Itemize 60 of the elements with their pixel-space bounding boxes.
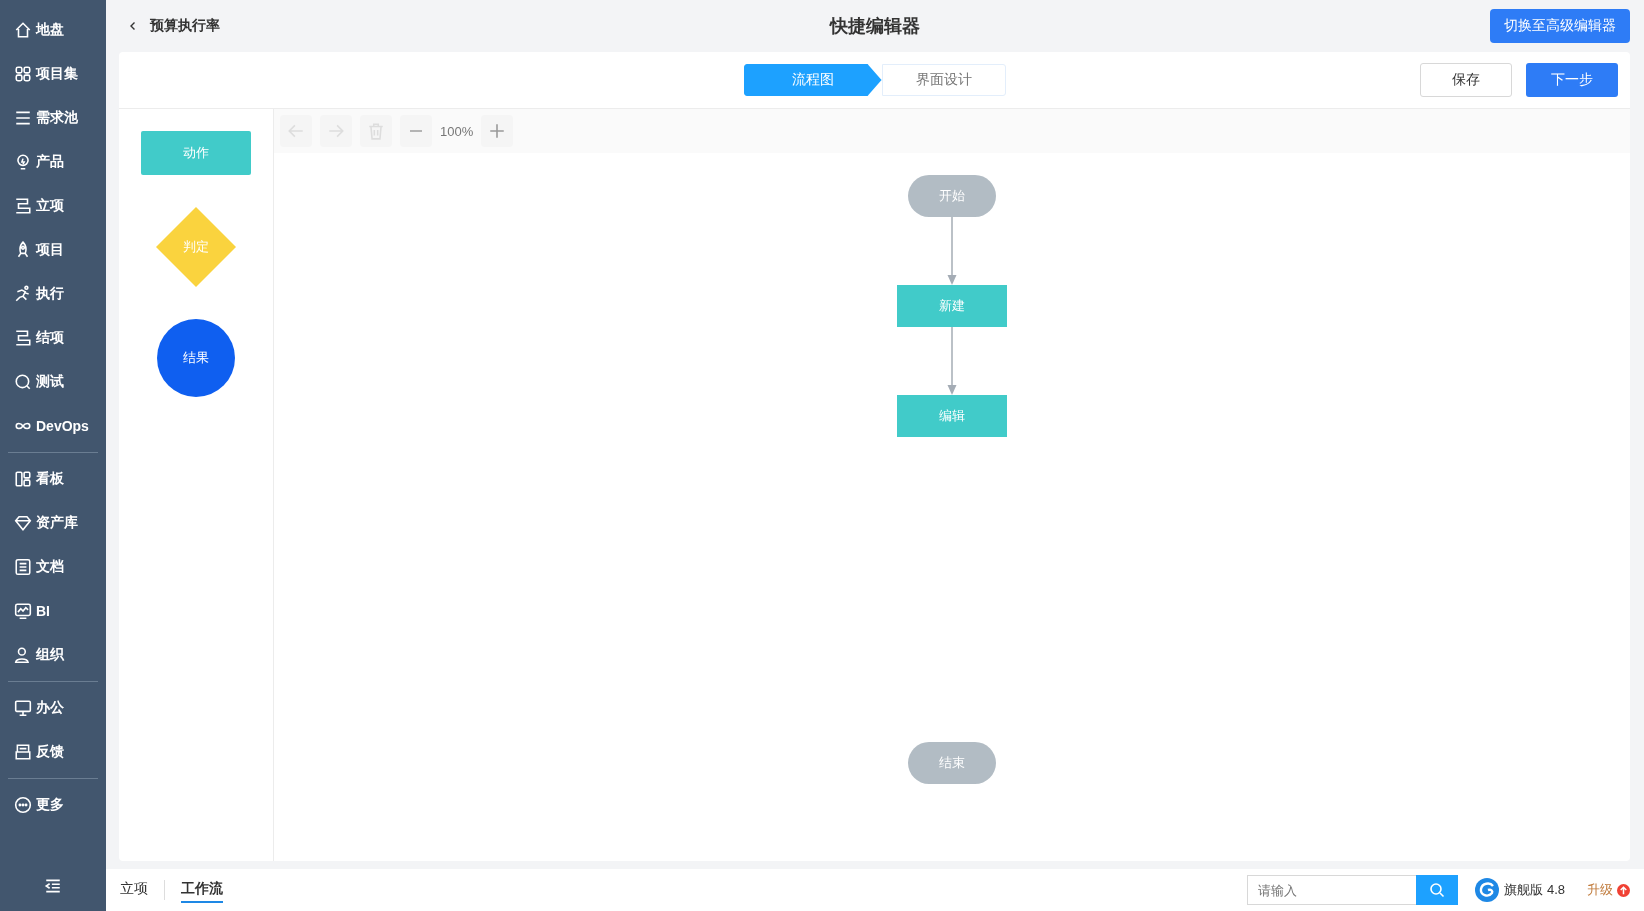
trash-icon: [367, 122, 385, 140]
zoom-out-button[interactable]: [400, 115, 432, 147]
swirl-logo-icon: [1474, 877, 1501, 903]
home-icon: [14, 21, 32, 39]
grid-icon: [14, 65, 32, 83]
zoom-level: 100%: [440, 123, 474, 139]
edition-label: 旗舰版 4.8: [1504, 881, 1565, 899]
page-title: 快捷编辑器: [830, 15, 920, 38]
inbox-icon: [14, 743, 32, 761]
sidebar-item[interactable]: 反馈: [8, 730, 98, 774]
sidebar-item[interactable]: 产品: [8, 140, 98, 184]
board-icon: [14, 470, 32, 488]
sidebar-item[interactable]: 组织: [8, 633, 98, 677]
search-icon: [1429, 882, 1446, 898]
up-arrow-icon: [1617, 883, 1630, 897]
arrow-right-icon: [327, 122, 345, 140]
sidebar-item[interactable]: 文档: [8, 545, 98, 589]
sidebar-item[interactable]: 看板: [8, 457, 98, 501]
next-step-button[interactable]: 下一步: [1526, 63, 1618, 97]
sidebar-item[interactable]: 项目: [8, 228, 98, 272]
monitor-icon: [14, 602, 32, 620]
arrow-left-icon: [287, 122, 305, 140]
diamond-icon: [14, 514, 32, 532]
sidebar-item[interactable]: 需求池: [8, 96, 98, 140]
sidebar-item[interactable]: BI: [8, 589, 98, 633]
save-button[interactable]: 保存: [1420, 63, 1512, 97]
footer-tab[interactable]: 工作流: [181, 877, 223, 903]
person-icon: [14, 646, 32, 664]
step-tab[interactable]: 界面设计: [881, 64, 1006, 96]
search-field[interactable]: 请输入: [1247, 875, 1417, 905]
bulb-icon: [14, 153, 32, 171]
result-circle[interactable]: 结果: [157, 319, 235, 397]
stack-icon: [14, 197, 32, 215]
document-icon: [14, 558, 32, 576]
stack-icon: [14, 329, 32, 347]
screen-icon: [14, 699, 32, 717]
upgrade-link[interactable]: 升级: [1587, 881, 1630, 899]
list-icon: [14, 109, 32, 127]
sidebar-item[interactable]: 项目集: [8, 52, 98, 96]
search-icon: [14, 373, 32, 391]
chevron-left-icon: [128, 21, 138, 31]
sidebar-item[interactable]: 资产库: [8, 501, 98, 545]
minus-icon: [407, 130, 425, 132]
zoom-in-button[interactable]: [481, 115, 514, 147]
plus-icon: [488, 122, 507, 140]
sidebar-item[interactable]: 地盘: [8, 8, 98, 52]
more-icon: [14, 796, 32, 814]
sidebar-item[interactable]: 执行: [8, 272, 98, 316]
footer-tab[interactable]: 立项: [120, 877, 148, 903]
runner-icon: [14, 285, 32, 303]
sidebar-item[interactable]: 测试: [8, 360, 98, 404]
search-button[interactable]: [1416, 875, 1459, 905]
back-link[interactable]: 预算执行率: [128, 17, 220, 35]
sidebar-item[interactable]: 更多: [8, 783, 98, 827]
sidebar-item[interactable]: 办公: [8, 686, 98, 730]
collapse-menu-icon[interactable]: [44, 877, 62, 895]
sidebar-item[interactable]: 结项: [8, 316, 98, 360]
sidebar-item[interactable]: DevOps: [8, 404, 98, 448]
sidebar-item[interactable]: 立项: [8, 184, 98, 228]
switch-editor-button[interactable]: 切换至高级编辑器: [1490, 9, 1630, 43]
